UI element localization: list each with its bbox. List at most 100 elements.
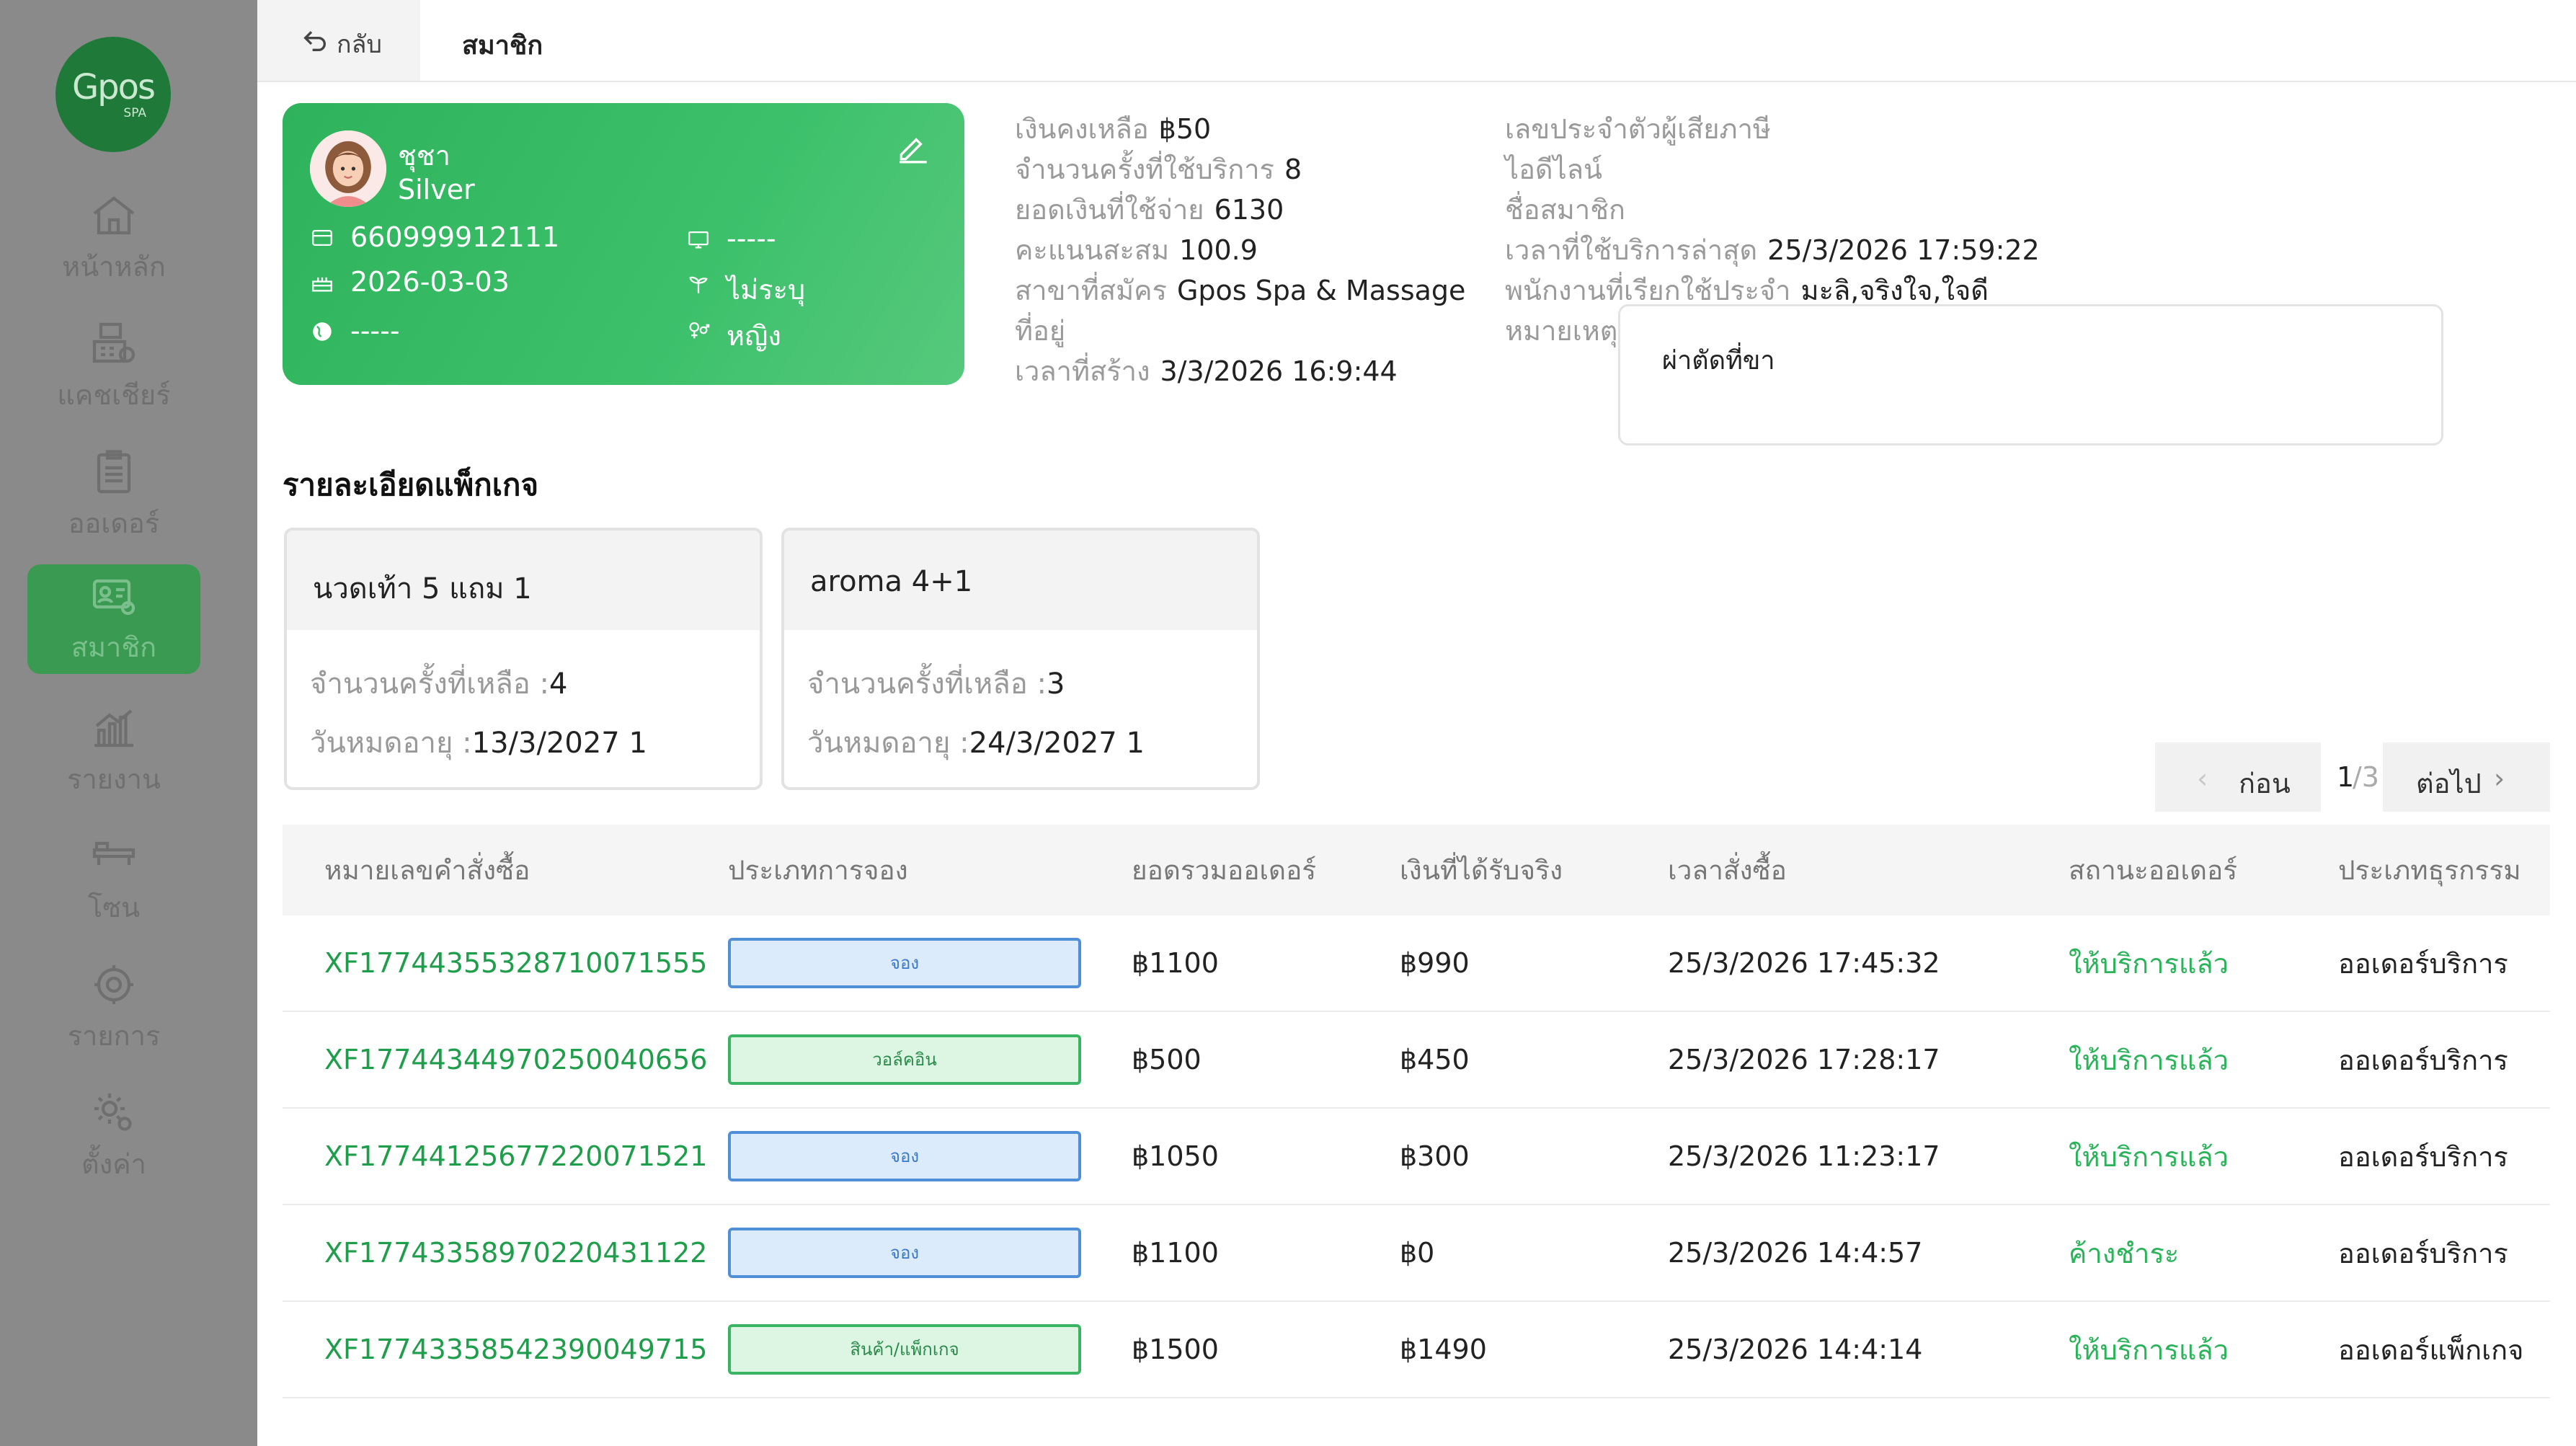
logo-subtext: SPA [123, 106, 146, 120]
order-received: ฿450 [1400, 1044, 1470, 1075]
remaining-value: 3 [1046, 667, 1065, 701]
expiry-value: 24/3/2027 1 [969, 727, 1145, 760]
order-id-link[interactable]: XF17743358542390049715 [324, 1302, 707, 1397]
booking-type-tag: สินค้า/แพ็กเกจ [728, 1324, 1081, 1375]
note-field: หมายเหตุ [1505, 309, 1617, 352]
transaction-type: ออเดอร์บริการ [2338, 1237, 2508, 1269]
package-expiry: วันหมดอายุ :24/3/2027 1 [807, 719, 1145, 766]
sidebar-item-label: ออเดอร์ [68, 507, 160, 539]
sidebar-item-zone[interactable]: โซน [27, 825, 200, 934]
total-pages: /3 [2353, 761, 2379, 793]
member-name-label: ชื่อสมาชิก [1505, 194, 1625, 226]
sidebar-item-member[interactable]: สมาชิก [27, 564, 200, 674]
table-row[interactable]: XF17743358542390049715 สินค้า/แพ็กเกจ ฿1… [283, 1302, 2550, 1398]
sidebar-item-list[interactable]: รายการ [27, 953, 200, 1063]
sidebar-item-report[interactable]: รายงาน [27, 696, 200, 806]
booking-type-tag: จอง [728, 938, 1081, 988]
order-id-link[interactable]: XF17744355328710071555 [324, 915, 707, 1011]
order-status: ให้บริการแล้ว [2069, 1140, 2229, 1173]
next-label: ต่อไป [2416, 768, 2482, 799]
address-label: ที่อยู่ [1015, 315, 1066, 347]
branch-field: สาขาที่สมัคร Gpos Spa & Massage [1015, 268, 1465, 312]
expiry-label: วันหมดอายุ : [807, 727, 969, 760]
last-visit-field: เวลาที่ใช้บริการล่าสุด 25/3/2026 17:59:22 [1505, 228, 2040, 272]
member-name: ชุชา [398, 140, 450, 172]
report-icon [27, 702, 200, 753]
table-row[interactable]: XF17743358970220431122 จอง ฿1100 ฿0 25/3… [283, 1205, 2550, 1302]
package-name: นวดเท้า 5 แถม 1 [313, 572, 532, 606]
sidebar-item-label: หน้าหลัก [62, 251, 166, 283]
sidebar-item-order[interactable]: ออเดอร์ [27, 440, 200, 550]
member-name-field: ชื่อสมาชิก [1505, 187, 1625, 231]
branch-value: Gpos Spa & Massage [1176, 275, 1466, 306]
order-received: ฿300 [1400, 1140, 1470, 1172]
sidebar-item-settings[interactable]: ตั้งค่า [27, 1081, 200, 1191]
transaction-type: ออเดอร์บริการ [2338, 947, 2508, 980]
package-card[interactable]: นวดเท้า 5 แถม 1 จำนวนครั้งที่เหลือ :4 วั… [284, 528, 763, 790]
note-box[interactable]: ผ่าตัดที่ขา [1618, 304, 2443, 445]
prev-page-button[interactable]: ‹ ก่อน [2155, 742, 2321, 812]
tax-id-label: เลขประจำตัวผู้เสียภาษี [1505, 113, 1771, 145]
order-time: 25/3/2026 11:23:17 [1668, 1140, 1940, 1172]
next-page-button[interactable]: ต่อไป › [2383, 742, 2550, 812]
sidebar-item-label: แคชเชียร์ [57, 379, 171, 411]
visits-field: จำนวนครั้งที่ใช้บริการ 8 [1015, 147, 1302, 191]
logo-text: Gpos [71, 67, 156, 107]
birthday-value: 2026-03-03 [350, 266, 510, 298]
settings-icon [27, 1087, 200, 1137]
order-id-link[interactable]: XF17743358970220431122 [324, 1205, 707, 1300]
table-row[interactable]: XF17744355328710071555 จอง ฿1100 ฿990 25… [283, 915, 2550, 1012]
sidebar-item-label: สมาชิก [71, 631, 157, 663]
edit-icon[interactable] [895, 129, 931, 165]
package-remaining: จำนวนครั้งที่เหลือ :3 [807, 660, 1065, 706]
spent-field: ยอดเงินที่ใช้จ่าย 6130 [1015, 187, 1284, 231]
table-row[interactable]: XF17744125677220071521 จอง ฿1050 ฿300 25… [283, 1109, 2550, 1205]
tax-id-field: เลขประจำตัวผู้เสียภาษี [1505, 107, 1771, 151]
back-label: กลับ [337, 30, 383, 59]
sidebar-item-cashier[interactable]: แคชเชียร์ [27, 312, 200, 422]
line-id-label: ไอดีไลน์ [1505, 154, 1602, 185]
cashier-icon [27, 318, 200, 368]
points-label: คะแนนสะสม [1015, 234, 1170, 266]
globe-icon [313, 322, 332, 341]
column-header: เงินที่ได้รับจริง [1400, 854, 1563, 886]
order-id-link[interactable]: XF17744125677220071521 [324, 1109, 707, 1204]
table-header: หมายเลขคำสั่งซื้อ ประเภทการจอง ยอดรวมออเ… [283, 825, 2550, 915]
gender-value: หญิง [727, 320, 781, 352]
package-card[interactable]: aroma 4+1 จำนวนครั้งที่เหลือ :3 วันหมดอา… [781, 528, 1260, 790]
column-header: ยอดรวมออเดอร์ [1132, 854, 1317, 886]
created-value: 3/3/2026 16:9:44 [1160, 355, 1398, 387]
transaction-type: ออเดอร์บริการ [2338, 1044, 2508, 1076]
branch-label: สาขาที่สมัคร [1015, 275, 1167, 306]
orders-table: หมายเลขคำสั่งซื้อ ประเภทการจอง ยอดรวมออเ… [283, 825, 2550, 1398]
package-header: นวดเท้า 5 แถม 1 [287, 531, 760, 630]
sidebar-item-home[interactable]: หน้าหลัก [27, 184, 200, 293]
column-header: ประเภทการจอง [728, 854, 908, 886]
website-value: ----- [350, 315, 400, 347]
sidebar-item-label: รายงาน [67, 763, 161, 795]
remaining-label: จำนวนครั้งที่เหลือ : [310, 667, 549, 701]
column-header: เวลาสั่งซื้อ [1668, 854, 1787, 886]
cake-icon [312, 277, 332, 292]
package-expiry: วันหมดอายุ :13/3/2027 1 [310, 719, 647, 766]
booking-type-tag: จอง [728, 1131, 1081, 1181]
column-header: ประเภทธุรกรรม [2338, 854, 2521, 886]
package-remaining: จำนวนครั้งที่เหลือ :4 [310, 660, 567, 706]
points-field: คะแนนสะสม 100.9 [1015, 228, 1258, 272]
order-total: ฿1100 [1132, 947, 1219, 979]
package-header: aroma 4+1 [784, 531, 1257, 630]
staff-value: มะลิ,จริงใจ,ใจดี [1800, 275, 1989, 306]
remaining-label: จำนวนครั้งที่เหลือ : [807, 667, 1047, 701]
table-row[interactable]: XF17744344970250040656 วอล์คอิน ฿500 ฿45… [283, 1012, 2550, 1109]
gpos-logo[interactable]: Gpos SPA [55, 37, 171, 152]
order-time: 25/3/2026 17:28:17 [1668, 1044, 1940, 1075]
balance-label: เงินคงเหลือ [1015, 113, 1149, 145]
spent-value: 6130 [1214, 194, 1284, 226]
balance-value: ฿50 [1158, 113, 1212, 145]
column-header: สถานะออเดอร์ [2069, 854, 2238, 886]
column-header: หมายเลขคำสั่งซื้อ [324, 854, 530, 886]
order-total: ฿500 [1132, 1044, 1202, 1075]
order-id-link[interactable]: XF17744344970250040656 [324, 1012, 707, 1107]
order-received: ฿990 [1400, 947, 1470, 979]
back-button[interactable]: กลับ [257, 0, 420, 81]
